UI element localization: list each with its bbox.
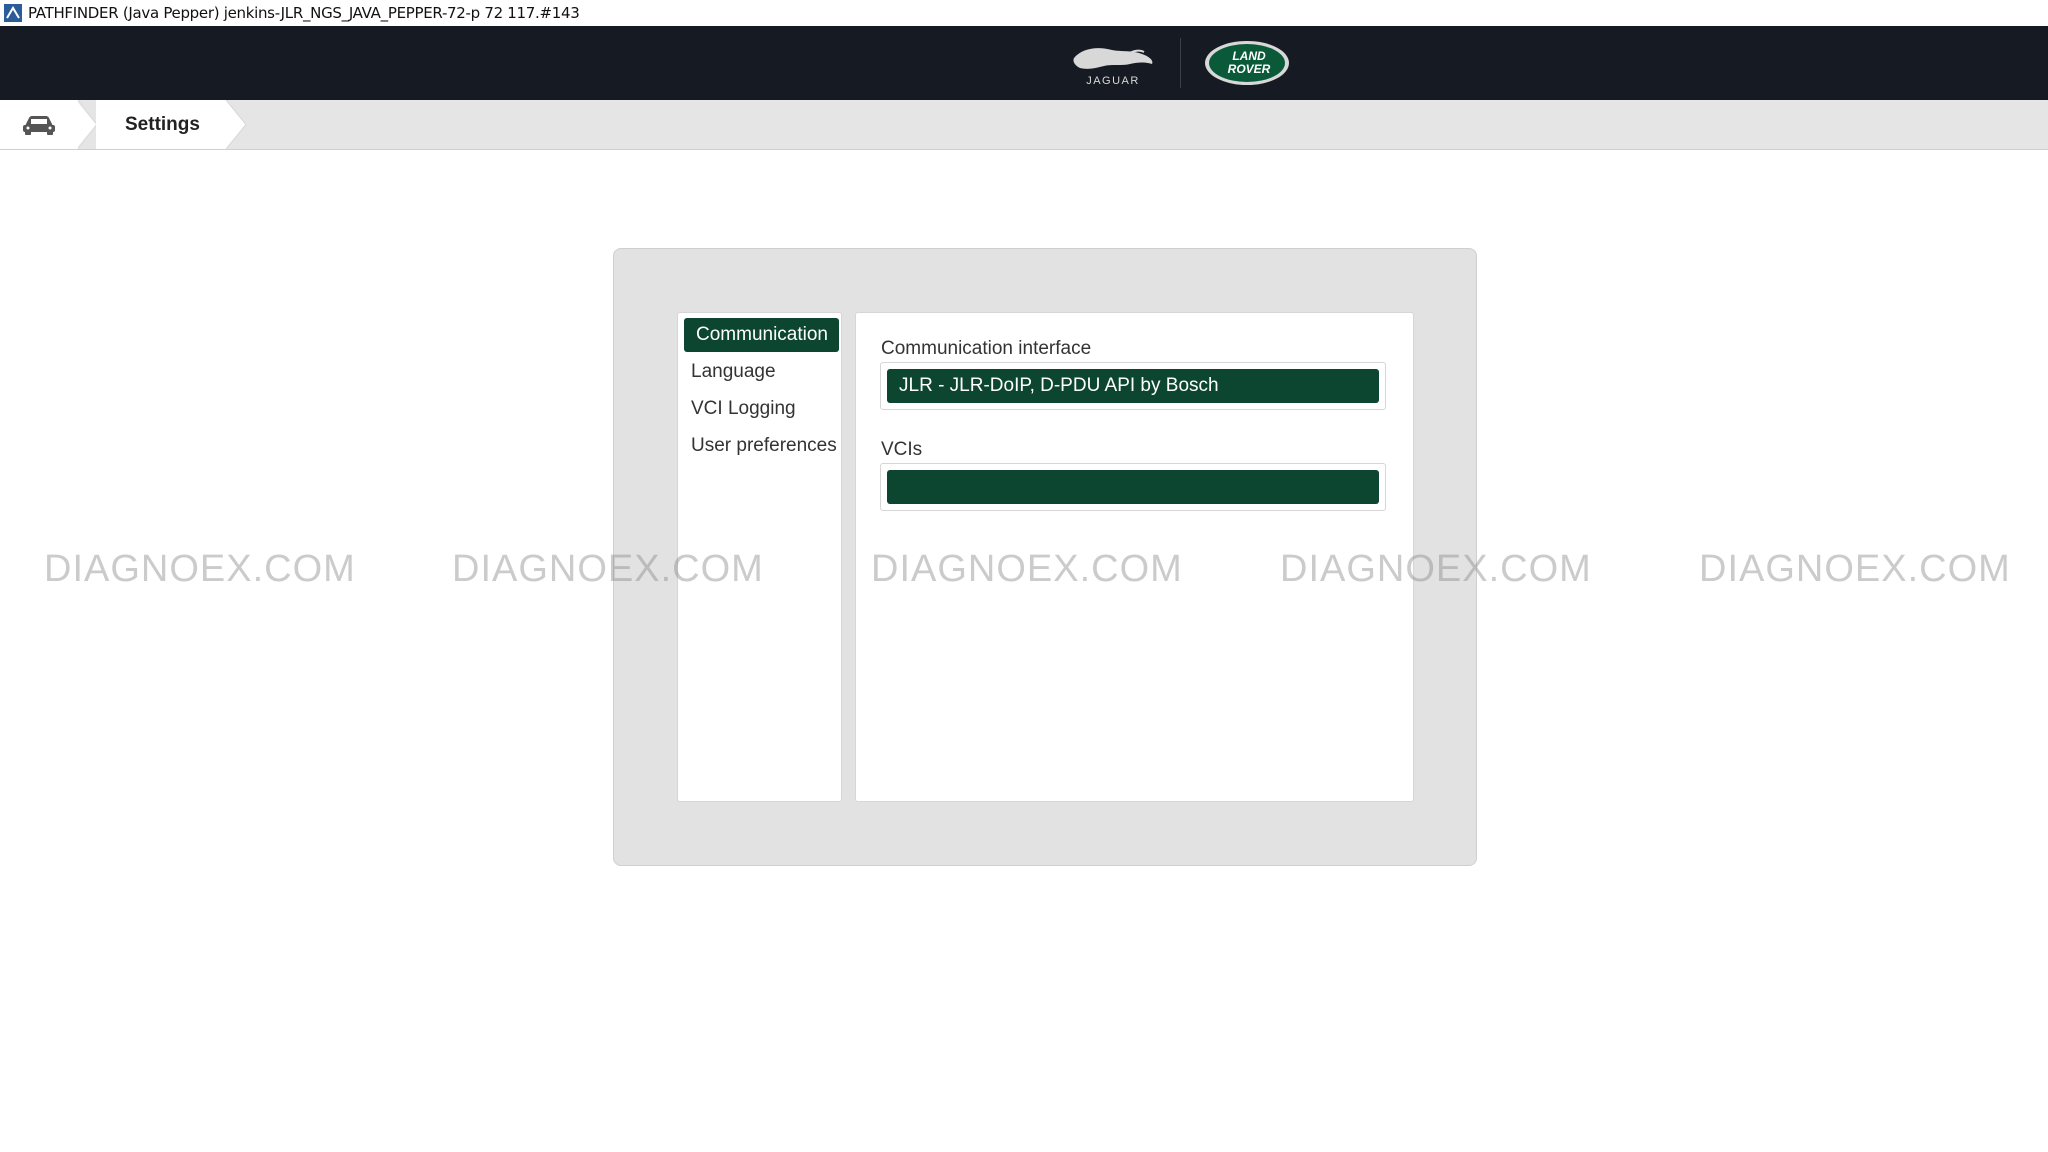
nav-item-language[interactable]: Language	[684, 355, 839, 389]
jaguar-logo: JAGUAR	[1073, 48, 1153, 87]
breadcrumb-home[interactable]	[0, 100, 78, 149]
car-icon	[23, 116, 55, 135]
brand-header: JAGUAR LAND ROVER	[0, 26, 2048, 100]
window-title-bar: PATHFINDER (Java Pepper) jenkins-JLR_NGS…	[0, 0, 2048, 27]
vcis-label: VCIs	[881, 439, 923, 460]
nav-item-vci-logging[interactable]: VCI Logging	[684, 392, 839, 426]
vcis-select[interactable]	[880, 463, 1386, 511]
jaguar-wordmark: JAGUAR	[1086, 75, 1140, 87]
watermark-text: DIAGNOEX.COM	[44, 548, 356, 590]
communication-interface-select[interactable]: JLR - JLR-DoIP, D-PDU API by Bosch	[880, 362, 1386, 410]
pathfinder-app-icon	[4, 4, 22, 22]
watermark-text: DIAGNOEX.COM	[1280, 548, 1592, 590]
breadcrumb: Settings	[0, 100, 2048, 150]
land-rover-logo: LAND ROVER	[1205, 41, 1289, 85]
communication-interface-selected[interactable]: JLR - JLR-DoIP, D-PDU API by Bosch	[887, 369, 1379, 403]
breadcrumb-settings[interactable]: Settings	[96, 100, 226, 149]
communication-interface-label: Communication interface	[881, 338, 1092, 359]
watermark-text: DIAGNOEX.COM	[1699, 548, 2011, 590]
land-rover-line1: LAND	[1232, 49, 1266, 63]
watermark-text: DIAGNOEX.COM	[452, 548, 764, 590]
breadcrumb-settings-label: Settings	[125, 114, 200, 135]
nav-item-user-preferences[interactable]: User preferences	[684, 429, 839, 463]
breadcrumb-end-arrow	[226, 100, 247, 149]
vcis-selected[interactable]	[887, 470, 1379, 504]
breadcrumb-separator	[76, 100, 98, 149]
brand-divider	[1180, 38, 1181, 88]
nav-item-communication[interactable]: Communication	[684, 318, 839, 352]
watermark-text: DIAGNOEX.COM	[871, 548, 1183, 590]
window-title: PATHFINDER (Java Pepper) jenkins-JLR_NGS…	[28, 4, 580, 22]
land-rover-line2: ROVER	[1228, 62, 1271, 76]
